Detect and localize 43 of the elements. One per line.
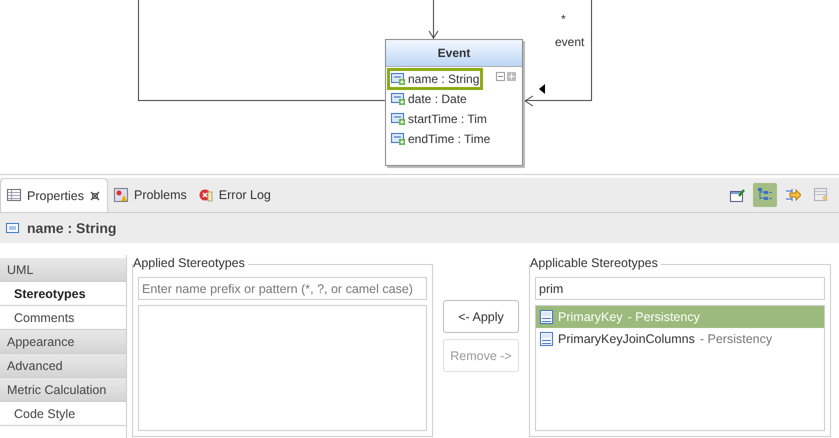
close-icon (88, 190, 101, 202)
error-icon (198, 188, 214, 202)
profile-name: - Persistency (628, 310, 700, 324)
multiplicity-label: * (561, 12, 566, 26)
table-icon (7, 188, 22, 203)
tab[interactable]: Problems (108, 178, 193, 212)
attribute-icon (391, 132, 405, 146)
sidebar-item[interactable]: Appearance (0, 330, 126, 354)
tab[interactable]: Properties (0, 178, 108, 212)
attribute-row[interactable]: name : String (389, 70, 482, 88)
sidebar-item[interactable]: Metric Calculation (0, 378, 126, 402)
class-name: Event (386, 40, 522, 67)
direction-triangle-icon (539, 84, 545, 94)
group-label: Applied Stereotypes (133, 256, 248, 270)
stereotype-icon (540, 332, 553, 346)
attribute-row[interactable]: startTime : Tim (389, 110, 489, 128)
attribute-icon (391, 92, 405, 106)
profile-name: - Persistency (700, 332, 772, 346)
attribute-icon (391, 112, 405, 126)
list-item[interactable]: PrimaryKeyJoinColumns - Persistency (536, 328, 824, 350)
class-box[interactable]: Event name : String date : Date startTime : Tim endTime : Time (385, 39, 523, 166)
sidebar-item[interactable]: Advanced (0, 354, 126, 378)
tree-icon (757, 187, 773, 203)
stereotype-name: PrimaryKey (558, 310, 623, 324)
arrow-icon (785, 187, 801, 203)
action-button[interactable]: <- Apply (443, 300, 519, 333)
filter-field[interactable]: prim (535, 277, 825, 300)
group-label: Applicable Stereotypes (530, 256, 661, 270)
stereotype-icon (540, 310, 553, 324)
problems-icon (114, 188, 129, 202)
properties-title: name : String (27, 220, 116, 236)
attribute-icon (6, 222, 19, 234)
pin-icon (729, 187, 745, 203)
sidebar-item[interactable]: UML (0, 258, 126, 282)
window-icon (813, 187, 829, 203)
filter-field[interactable]: Enter name prefix or pattern (*, ?, or camel case) (138, 277, 427, 300)
compartment-toggle-icon (496, 72, 516, 81)
attribute-row[interactable]: date : Date (389, 90, 469, 108)
attribute-row[interactable]: endTime : Time (389, 130, 492, 148)
tab[interactable]: Error Log (192, 178, 277, 212)
stereotype-name: PrimaryKeyJoinColumns (558, 332, 695, 346)
attribute-icon (391, 72, 405, 86)
role-label: event (555, 35, 584, 49)
